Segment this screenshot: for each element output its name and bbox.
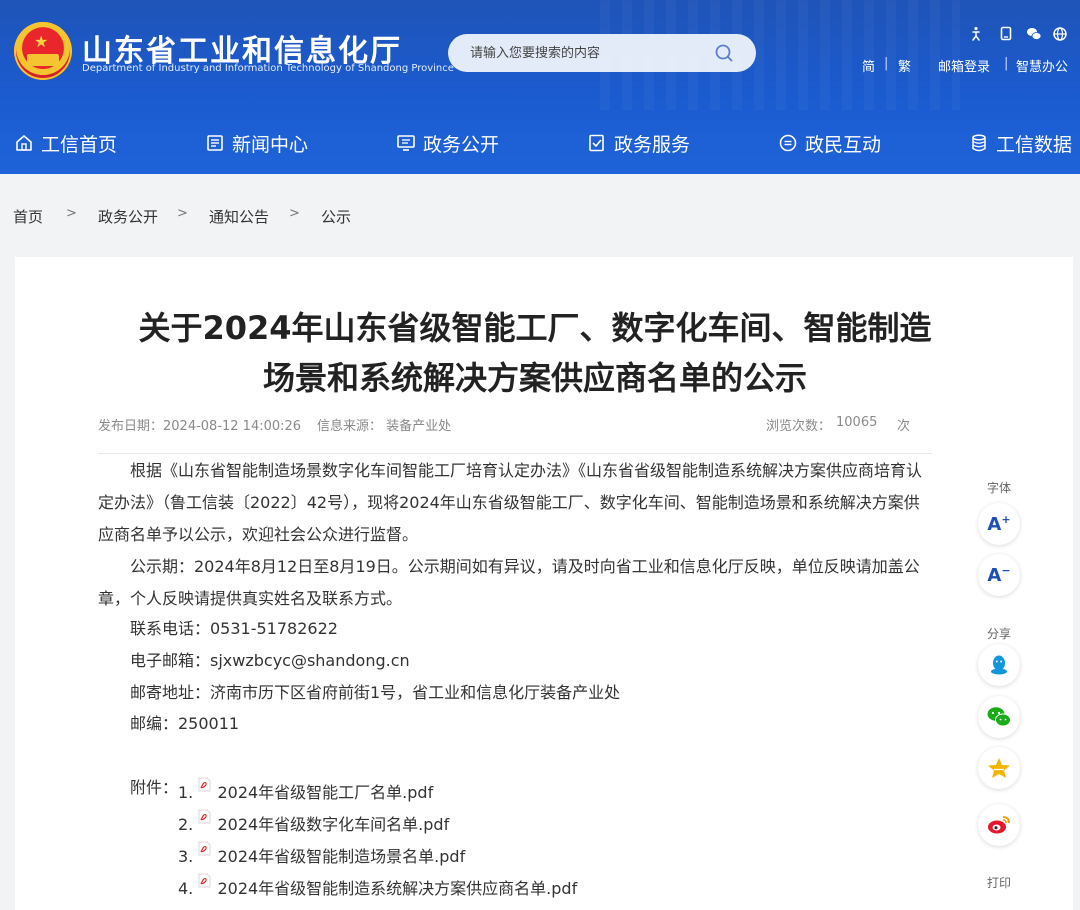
breadcrumb-separator: > [177, 206, 188, 221]
pdf-icon [198, 841, 211, 856]
nav-item-data[interactable]: 工信数据 [969, 124, 1072, 162]
attachment-item: 4. 2024年省级智能制造系统解决方案供应商名单.pdf [178, 873, 577, 900]
article-title-line: 场景和系统解决方案供应商名单的公示 [262, 359, 807, 397]
search-input[interactable] [448, 34, 756, 72]
share-weibo-button[interactable] [978, 804, 1020, 846]
chat-icon [779, 134, 797, 152]
smart-office-link[interactable]: 智慧办公 [1016, 56, 1068, 75]
email-login-link[interactable]: 邮箱登录 [938, 56, 990, 75]
font-decrease-icon: A− [987, 564, 1011, 586]
attachment-link[interactable]: 2024年省级数字化车间名单.pdf [217, 815, 449, 834]
breadcrumb-separator: > [289, 206, 300, 221]
site-header: ★ 山东省工业和信息化厅 Department of Industry and … [0, 0, 1080, 174]
font-decrease-button[interactable]: A− [978, 554, 1020, 596]
accessibility-icon[interactable] [968, 26, 984, 42]
traditional-chinese-link[interactable]: 繁 [898, 56, 911, 75]
article-paragraph: 根据《山东省智能制造场景数字化车间智能工厂培育认定办法》《山东省省级智能制造系统… [98, 461, 923, 544]
attachment-item: 2. 2024年省级数字化车间名单.pdf [178, 809, 449, 836]
nav-item-home[interactable]: 工信首页 [14, 124, 117, 162]
info-source: 信息来源： 装备产业处 [317, 419, 452, 434]
view-count-unit: 次 [897, 419, 911, 434]
meta-divider [98, 453, 932, 454]
home-icon [16, 135, 32, 151]
nav-label: 政务服务 [614, 133, 691, 156]
contact-phone: 联系电话：0531-51782622 [130, 619, 338, 638]
pdf-icon [198, 777, 211, 792]
globe-icon[interactable] [1052, 26, 1068, 42]
simplified-chinese-link[interactable]: 简 [862, 56, 875, 75]
service-icon [589, 134, 604, 152]
attachment-link[interactable]: 2024年省级智能工厂名单.pdf [217, 783, 433, 802]
database-icon [972, 134, 986, 152]
weibo-icon [988, 816, 1010, 834]
attachment-number: 3. [178, 847, 194, 866]
breadcrumb-government-affairs[interactable]: 政务公开 [98, 206, 158, 227]
attachments-label: 附件： [130, 778, 179, 797]
attachment-item: 1. 2024年省级智能工厂名单.pdf [178, 777, 433, 804]
article-card: 关于2024年山东省级智能工厂、数字化车间、智能制造 场景和系统解决方案供应商名… [15, 257, 1073, 910]
main-nav: 工信首页 新闻中心 政务公开 政务服务 政民互动 工信数据 [0, 124, 1080, 162]
nav-item-news[interactable]: 新闻中心 [205, 124, 308, 162]
link-separator: | [1004, 56, 1009, 71]
nav-item-government-affairs[interactable]: 政务公开 [396, 124, 499, 162]
view-count: 10065 [836, 415, 878, 430]
contact-email: 电子邮箱：sjxwzbcyc@shandong.cn [130, 651, 410, 670]
font-increase-button[interactable]: A+ [978, 503, 1020, 545]
print-label[interactable]: 打印 [987, 874, 1011, 891]
attachment-number: 4. [178, 879, 194, 898]
view-count-label: 浏览次数： [766, 419, 832, 434]
qq-icon [991, 655, 1007, 675]
article-title-line: 关于2024年山东省级智能工厂、数字化车间、智能制造 [138, 309, 932, 347]
attachment-item: 3. 2024年省级智能制造场景名单.pdf [178, 841, 465, 868]
publish-date: 发布日期：2024-08-12 14:00:26 [98, 419, 302, 434]
nav-label: 政民互动 [805, 133, 882, 156]
pdf-icon [198, 809, 211, 824]
breadcrumb-publicity[interactable]: 公示 [321, 206, 351, 227]
contact-address: 邮寄地址：济南市历下区省府前街1号，省工业和信息化厅装备产业处 [130, 683, 621, 702]
nav-label: 工信数据 [996, 133, 1073, 156]
pdf-icon [198, 873, 211, 888]
nav-item-government-services[interactable]: 政务服务 [587, 124, 690, 162]
nav-label: 政务公开 [423, 133, 500, 156]
attachment-link[interactable]: 2024年省级智能制造系统解决方案供应商名单.pdf [217, 879, 577, 898]
monitor-icon [397, 135, 415, 151]
search-icon[interactable] [714, 43, 734, 63]
breadcrumb-home[interactable]: 首页 [13, 206, 43, 227]
attachment-number: 1. [178, 783, 194, 802]
contact-postcode: 邮编：250011 [130, 714, 240, 733]
wechat-icon[interactable] [1026, 26, 1042, 42]
share-wechat-button[interactable] [978, 696, 1020, 738]
star-icon [988, 758, 1010, 778]
national-emblem-logo[interactable]: ★ [14, 22, 72, 80]
emblem-star: ★ [34, 32, 49, 51]
breadcrumb-notices[interactable]: 通知公告 [209, 206, 269, 227]
site-subtitle: Department of Industry and Information T… [82, 63, 454, 74]
attachment-number: 2. [178, 815, 194, 834]
font-increase-icon: A+ [987, 513, 1011, 535]
attachment-link[interactable]: 2024年省级智能制造场景名单.pdf [217, 847, 465, 866]
nav-label: 工信首页 [41, 133, 118, 156]
nav-label: 新闻中心 [232, 133, 309, 156]
mobile-icon[interactable] [998, 26, 1014, 42]
wechat-icon [987, 707, 1011, 727]
breadcrumb-separator: > [66, 206, 77, 221]
font-size-label: 字体 [987, 481, 1012, 495]
news-icon [207, 135, 223, 151]
share-label: 分享 [987, 627, 1012, 641]
emblem-base [27, 54, 59, 66]
article-title: 关于2024年山东省级智能工厂、数字化车间、智能制造 场景和系统解决方案供应商名… [55, 303, 1015, 403]
share-qq-button[interactable] [978, 644, 1020, 686]
article-paragraph: 公示期：2024年8月12日至8月19日。公示期间如有异议，请及时向省工业和信息… [98, 557, 920, 608]
link-separator: | [884, 56, 889, 71]
top-icon-bar [968, 26, 1068, 44]
nav-item-interaction[interactable]: 政民互动 [778, 124, 881, 162]
favorite-button[interactable] [978, 747, 1020, 789]
